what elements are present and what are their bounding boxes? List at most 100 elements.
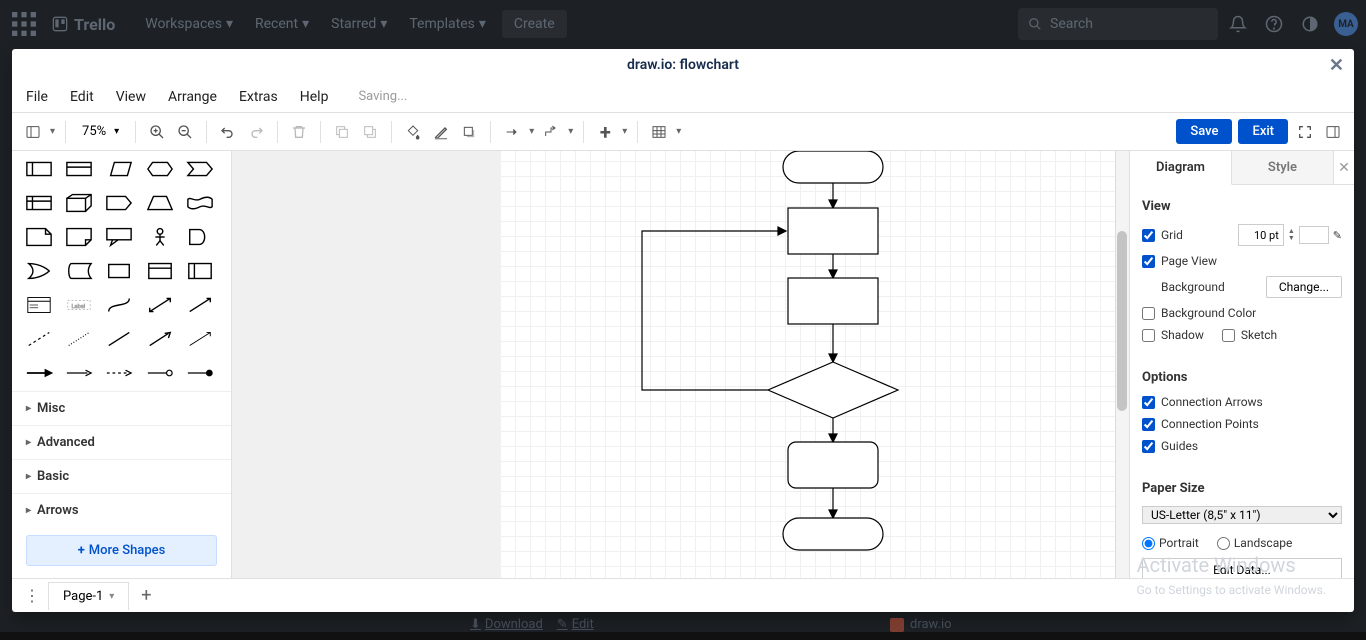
chevron-down-icon[interactable]: ▾ xyxy=(529,126,534,137)
stepper-down-icon[interactable]: ▼ xyxy=(1288,235,1295,242)
theme-icon[interactable] xyxy=(1294,8,1326,40)
paper-size-select[interactable]: US-Letter (8,5" x 11") xyxy=(1142,506,1342,524)
shadow-icon[interactable] xyxy=(458,121,480,143)
menu-extras[interactable]: Extras xyxy=(239,89,278,105)
to-back-icon[interactable] xyxy=(359,121,381,143)
create-button[interactable]: Create xyxy=(502,10,567,38)
chevron-down-icon[interactable]: ▾ xyxy=(622,126,627,137)
chevron-down-icon[interactable]: ▾ xyxy=(568,126,573,137)
zoom-in-icon[interactable] xyxy=(146,121,168,143)
shape-step[interactable] xyxy=(185,155,215,183)
grid-size-input[interactable] xyxy=(1238,224,1284,246)
shape-curve[interactable] xyxy=(104,291,134,319)
shape-browser[interactable] xyxy=(145,257,175,285)
shape-connector-5[interactable] xyxy=(185,359,215,387)
tab-style[interactable]: Style xyxy=(1232,151,1334,184)
shape-actor[interactable] xyxy=(145,223,175,251)
menu-arrange[interactable]: Arrange xyxy=(168,89,217,105)
conn-points-checkbox[interactable]: Connection Points xyxy=(1142,417,1342,431)
chevron-down-icon[interactable]: ▾ xyxy=(676,126,681,137)
shape-line-arrow-open[interactable] xyxy=(145,325,175,353)
grid-color-swatch[interactable] xyxy=(1299,226,1329,244)
shape-process-3[interactable] xyxy=(788,442,878,488)
bgcolor-checkbox[interactable]: Background Color xyxy=(1142,306,1342,320)
shape-tag[interactable] xyxy=(104,189,134,217)
shape-trapezoid[interactable] xyxy=(145,189,175,217)
fill-color-icon[interactable] xyxy=(402,121,424,143)
canvas[interactable] xyxy=(232,151,1129,578)
zoom-select[interactable]: 75%▾ xyxy=(76,122,125,141)
shape-process-2[interactable] xyxy=(788,278,878,324)
avatar[interactable]: MA xyxy=(1334,12,1358,36)
shape-decision[interactable] xyxy=(768,362,898,418)
pageview-checkbox[interactable]: Page View xyxy=(1142,254,1342,268)
shape-line-arrow-thin[interactable] xyxy=(185,325,215,353)
edit-data-button[interactable]: Edit Data... xyxy=(1142,558,1342,578)
section-basic[interactable]: Basic xyxy=(12,459,231,493)
shape-arrow[interactable] xyxy=(185,291,215,319)
shape-line[interactable] xyxy=(104,325,134,353)
redo-icon[interactable] xyxy=(245,121,267,143)
more-shapes-button[interactable]: +More Shapes xyxy=(26,535,217,566)
chevron-down-icon[interactable]: ▾ xyxy=(50,126,55,137)
shape-or[interactable] xyxy=(24,257,54,285)
vertical-scrollbar[interactable] xyxy=(1115,151,1129,578)
format-panel-icon[interactable] xyxy=(1322,121,1344,143)
waypoints-icon[interactable] xyxy=(540,121,562,143)
sketch-checkbox[interactable]: Sketch xyxy=(1222,328,1277,342)
shadow-checkbox[interactable]: Shadow xyxy=(1142,328,1204,342)
shape-card[interactable] xyxy=(64,155,94,183)
shape-parallelogram[interactable] xyxy=(104,155,134,183)
trello-logo[interactable]: Trello xyxy=(44,15,123,34)
change-bg-button[interactable]: Change... xyxy=(1266,276,1342,298)
shape-connector-2[interactable] xyxy=(64,359,94,387)
shape-connector-1[interactable] xyxy=(24,359,54,387)
menu-file[interactable]: File xyxy=(26,89,48,105)
pencil-icon[interactable]: ✎ xyxy=(1333,229,1342,242)
notifications-icon[interactable] xyxy=(1222,8,1254,40)
edit-link[interactable]: ✎Edit xyxy=(557,617,594,632)
shape-connector-3[interactable] xyxy=(104,359,134,387)
shape-label[interactable]: Label xyxy=(64,291,94,319)
table-icon[interactable] xyxy=(648,121,670,143)
close-panel-icon[interactable]: ✕ xyxy=(1334,151,1354,184)
shape-tape[interactable] xyxy=(185,189,215,217)
shape-internal-storage[interactable] xyxy=(24,189,54,217)
shape-dashed[interactable] xyxy=(24,325,54,353)
help-icon[interactable] xyxy=(1258,8,1290,40)
tab-diagram[interactable]: Diagram xyxy=(1130,151,1232,185)
nav-templates[interactable]: Templates▾ xyxy=(399,10,496,38)
search-input[interactable]: Search xyxy=(1018,8,1218,40)
delete-icon[interactable] xyxy=(288,121,310,143)
shape-container[interactable] xyxy=(185,257,215,285)
section-arrows[interactable]: Arrows xyxy=(12,493,231,527)
shape-folder-cut[interactable] xyxy=(64,223,94,251)
menu-edit[interactable]: Edit xyxy=(70,89,94,105)
view-sidebar-icon[interactable] xyxy=(22,121,44,143)
apps-grid-icon[interactable] xyxy=(8,8,40,40)
connection-icon[interactable] xyxy=(501,121,523,143)
pages-menu-icon[interactable]: ⋮ xyxy=(18,586,46,605)
shape-process[interactable] xyxy=(24,155,54,183)
shape-cube[interactable] xyxy=(64,189,94,217)
shape-connector-4[interactable] xyxy=(145,359,175,387)
page-tab-1[interactable]: Page-1▾ xyxy=(48,582,129,610)
shape-process-1[interactable] xyxy=(788,208,878,254)
conn-arrows-checkbox[interactable]: Connection Arrows xyxy=(1142,395,1342,409)
shape-dotted[interactable] xyxy=(64,325,94,353)
portrait-radio[interactable]: Portrait xyxy=(1142,536,1199,550)
shape-terminator-start[interactable] xyxy=(783,151,883,183)
shape-hexagon[interactable] xyxy=(145,155,175,183)
exit-button[interactable]: Exit xyxy=(1238,119,1288,144)
insert-icon[interactable]: + xyxy=(594,121,616,143)
undo-icon[interactable] xyxy=(217,121,239,143)
nav-starred[interactable]: Starred▾ xyxy=(321,10,397,38)
shape-and[interactable] xyxy=(185,223,215,251)
shape-list[interactable] xyxy=(24,291,54,319)
line-color-icon[interactable] xyxy=(430,121,452,143)
menu-help[interactable]: Help xyxy=(300,89,329,105)
save-button[interactable]: Save xyxy=(1176,119,1232,144)
shape-callout[interactable] xyxy=(104,223,134,251)
grid-checkbox[interactable]: Grid xyxy=(1142,228,1183,242)
shape-rect[interactable] xyxy=(104,257,134,285)
